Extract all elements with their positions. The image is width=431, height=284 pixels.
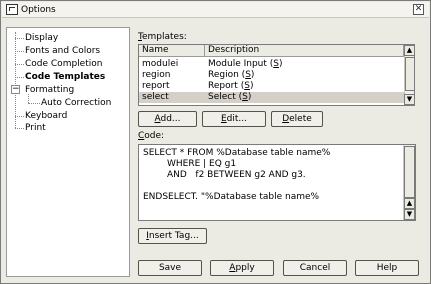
tree-connector bbox=[15, 77, 24, 78]
templates-scrollbar[interactable]: ▲ ▼ bbox=[404, 45, 414, 105]
tree-item-display[interactable]: Display bbox=[25, 32, 58, 44]
template-name: select bbox=[142, 92, 169, 102]
table-row[interactable]: region Region (S) bbox=[139, 70, 404, 81]
scroll-thumb[interactable] bbox=[404, 146, 415, 198]
template-description-end: ) bbox=[250, 70, 255, 80]
code-label: Code: bbox=[138, 131, 164, 141]
template-description: Module Input (S) bbox=[205, 59, 404, 70]
tree-connector bbox=[15, 128, 24, 129]
code-editor[interactable]: SELECT * FROM %Database table name% WHER… bbox=[138, 144, 416, 221]
edit-button[interactable]: Edit... bbox=[202, 111, 266, 127]
table-row[interactable]: modulei Module Input (S) bbox=[139, 59, 404, 70]
add-button[interactable]: Add... bbox=[138, 111, 197, 127]
code-line-2: WHERE | EQ g1 bbox=[167, 159, 237, 169]
template-name: region bbox=[142, 70, 171, 80]
options-window-icon bbox=[6, 4, 18, 15]
table-row[interactable]: report Report (S) bbox=[139, 81, 404, 92]
help-button[interactable]: Help bbox=[355, 260, 419, 276]
code-line-3: AND f2 BETWEEN g2 AND g3. bbox=[167, 170, 306, 180]
collapse-icon[interactable]: − bbox=[11, 85, 20, 94]
insert-tag-button-label: nsert Tag... bbox=[148, 231, 199, 241]
template-description: Select (S) bbox=[205, 92, 404, 103]
apply-button-label: pply bbox=[235, 263, 255, 273]
table-row-selected[interactable]: select Select (S) bbox=[139, 92, 404, 103]
template-description-end: ) bbox=[278, 59, 283, 69]
templates-label-rest: emplates: bbox=[141, 32, 187, 42]
code-line-5: ENDSELECT. "%Database table name% bbox=[143, 192, 320, 202]
tree-item-code-templates[interactable]: Code Templates bbox=[25, 71, 105, 83]
code-scrollbar[interactable]: ▲ ▼ bbox=[403, 145, 415, 220]
template-description: Report (S) bbox=[205, 81, 404, 92]
tree-connector bbox=[15, 38, 24, 39]
scroll-down-icon[interactable]: ▼ bbox=[404, 94, 414, 105]
template-name: report bbox=[142, 81, 170, 91]
tree-connector bbox=[15, 116, 24, 117]
tree-connector bbox=[15, 51, 24, 52]
template-description-text: Select ( bbox=[208, 92, 243, 102]
scroll-thumb[interactable] bbox=[405, 57, 414, 91]
code-label-rest: ode: bbox=[144, 131, 165, 141]
code-line-1: SELECT * FROM %Database table name% bbox=[143, 148, 331, 158]
title-bar: Options ✕ bbox=[2, 2, 429, 18]
tree-item-code-completion[interactable]: Code Completion bbox=[25, 58, 102, 70]
scroll-down-icon[interactable]: ▼ bbox=[404, 209, 415, 220]
column-header-description[interactable]: Description bbox=[205, 45, 404, 57]
tree-item-formatting[interactable]: Formatting bbox=[25, 84, 74, 96]
template-description: Region (S) bbox=[205, 70, 404, 81]
tree-item-auto-correction[interactable]: Auto Correction bbox=[41, 97, 111, 109]
category-tree[interactable]: Display Fonts and Colors Code Completion… bbox=[6, 27, 130, 277]
close-button[interactable]: ✕ bbox=[413, 4, 424, 15]
tree-item-fonts-and-colors[interactable]: Fonts and Colors bbox=[25, 45, 100, 57]
scroll-up-icon[interactable]: ▲ bbox=[404, 198, 415, 209]
template-name: modulei bbox=[142, 59, 179, 69]
options-dialog: Options ✕ Display Fonts and Colors Code … bbox=[0, 0, 431, 284]
template-description-text: Report ( bbox=[208, 81, 245, 91]
tree-item-print[interactable]: Print bbox=[25, 122, 46, 134]
delete-button-label: elete bbox=[289, 114, 312, 124]
apply-button[interactable]: Apply bbox=[210, 260, 274, 276]
tree-item-keyboard[interactable]: Keyboard bbox=[25, 110, 67, 122]
edit-button-label: dit... bbox=[226, 114, 247, 124]
template-description-text: Module Input ( bbox=[208, 59, 274, 69]
tree-connector bbox=[28, 103, 40, 104]
insert-tag-button[interactable]: Insert Tag... bbox=[138, 228, 207, 244]
delete-button[interactable]: Delete bbox=[271, 111, 323, 127]
cancel-button[interactable]: Cancel bbox=[283, 260, 347, 276]
template-description-end: ) bbox=[247, 92, 252, 102]
add-button-label: dd... bbox=[160, 114, 181, 124]
template-description-end: ) bbox=[249, 81, 254, 91]
templates-label: Templates: bbox=[138, 32, 187, 42]
tree-connector bbox=[15, 32, 16, 128]
template-description-text: Region ( bbox=[208, 70, 246, 80]
tree-connector bbox=[15, 64, 24, 65]
templates-table[interactable]: Name Description modulei Module Input (S… bbox=[138, 44, 415, 106]
save-button[interactable]: Save bbox=[138, 260, 202, 276]
window-title: Options bbox=[21, 4, 56, 15]
column-header-name[interactable]: Name bbox=[139, 45, 205, 57]
templates-table-header: Name Description bbox=[139, 45, 404, 57]
scroll-up-icon[interactable]: ▲ bbox=[404, 45, 414, 56]
